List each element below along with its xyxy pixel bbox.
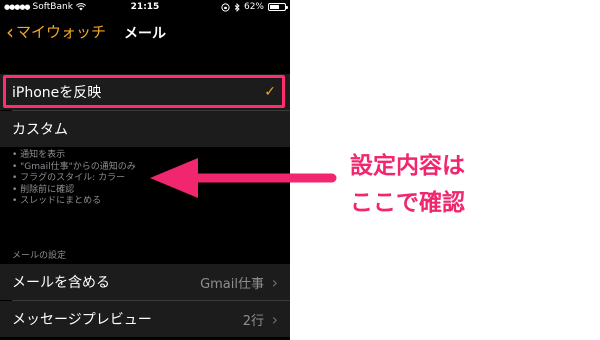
annotation-line-2: ここで確認 xyxy=(350,190,465,216)
annotation-line-1: 設定内容は xyxy=(350,153,465,179)
annotation-arrow-icon xyxy=(150,158,337,198)
